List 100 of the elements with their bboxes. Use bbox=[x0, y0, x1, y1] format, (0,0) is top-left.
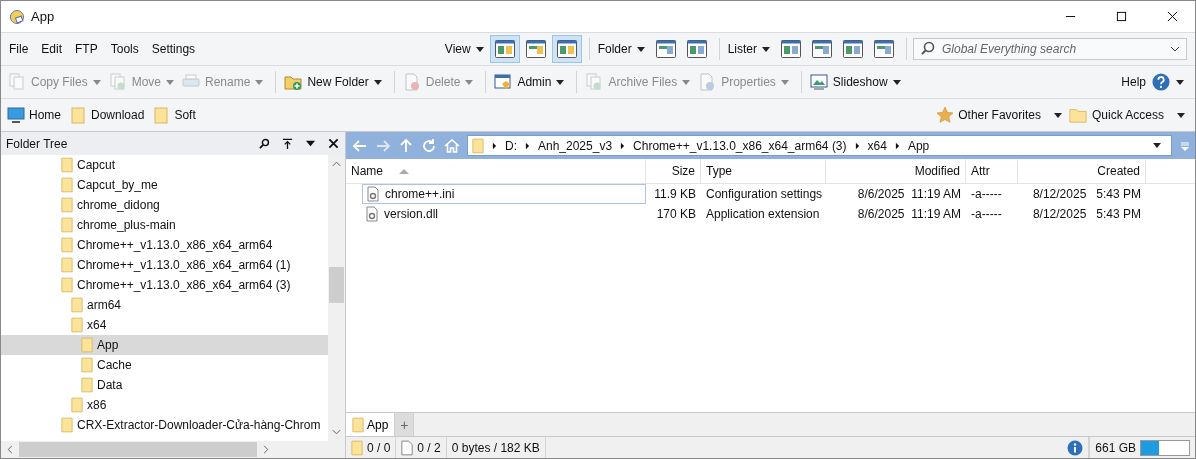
layout-dropdown[interactable]: View bbox=[444, 42, 471, 56]
column-header[interactable]: Created bbox=[1018, 159, 1146, 183]
menu-item[interactable]: File bbox=[9, 42, 29, 56]
caret-icon[interactable] bbox=[475, 46, 484, 52]
column-header[interactable]: Type bbox=[701, 159, 826, 183]
scrollbar-thumb[interactable] bbox=[19, 442, 257, 457]
tree-item[interactable]: Cache bbox=[1, 355, 328, 375]
tree-item[interactable]: Chrome++_v1.13.0_x86_x64_arm64 (3) bbox=[1, 275, 328, 295]
caret-icon[interactable] bbox=[1177, 112, 1185, 118]
tree-item[interactable]: Chrome++_v1.13.0_x86_x64_arm64 (1) bbox=[1, 255, 328, 275]
vertical-scrollbar[interactable] bbox=[328, 155, 345, 441]
chevron-icon bbox=[620, 141, 626, 150]
column-header[interactable]: Modified bbox=[826, 159, 966, 183]
toolbar-button[interactable]: Admin bbox=[492, 69, 552, 95]
app-icon bbox=[9, 8, 25, 25]
file-name-cell[interactable]: chrome++.ini bbox=[362, 184, 646, 204]
breadcrumb[interactable]: D: bbox=[505, 138, 517, 153]
path-field[interactable]: D: Anh_2025_v3 Chrome++_v1.13.0_x86_x64_arm64 (3) x64 App bbox=[467, 135, 1172, 156]
folder-icon bbox=[71, 397, 83, 413]
caret-icon[interactable] bbox=[762, 46, 770, 52]
archive-icon bbox=[585, 73, 604, 91]
close-icon[interactable] bbox=[328, 138, 339, 149]
tree-item[interactable]: arm64 bbox=[1, 295, 328, 315]
column-header[interactable]: Name bbox=[346, 159, 646, 183]
scroll-left-icon[interactable] bbox=[7, 445, 13, 454]
caret-icon[interactable] bbox=[1153, 143, 1161, 148]
favorite-link[interactable]: Download bbox=[69, 106, 145, 124]
caret-icon[interactable] bbox=[1053, 112, 1062, 118]
folder-count: 0 / 0 bbox=[367, 440, 391, 455]
menu-item[interactable]: FTP bbox=[75, 42, 98, 56]
tree-item[interactable]: x86 bbox=[1, 395, 328, 415]
tree-item[interactable]: chrome_plus-main bbox=[1, 215, 328, 235]
folder-icon bbox=[61, 197, 73, 213]
layout-dropdown[interactable]: Folder bbox=[597, 42, 632, 56]
caret-icon[interactable] bbox=[636, 46, 645, 52]
menu-item[interactable]: Settings bbox=[151, 42, 196, 56]
toolbar-button[interactable]: New Folder bbox=[282, 69, 369, 95]
table-cell-text: 170 KB bbox=[655, 206, 697, 223]
breadcrumb[interactable]: App bbox=[907, 138, 930, 153]
folder-icon bbox=[61, 177, 73, 193]
scrollbar-thumb[interactable] bbox=[329, 267, 344, 303]
tree-item[interactable]: Chrome++_v1.13.0_x86_x64_arm64 bbox=[1, 235, 328, 255]
folder-icon bbox=[81, 377, 93, 393]
caret-icon[interactable] bbox=[1176, 79, 1184, 85]
folder-icon bbox=[69, 106, 87, 124]
layout-icon bbox=[655, 40, 676, 58]
horizontal-scrollbar[interactable] bbox=[1, 441, 345, 458]
favorites-dropdown[interactable]: Quick Access bbox=[1067, 106, 1164, 124]
menu-item[interactable]: Edit bbox=[41, 42, 63, 56]
scroll-down-icon[interactable] bbox=[332, 429, 341, 435]
layout-icon bbox=[525, 40, 546, 58]
tree-item[interactable]: CRX-Extractor-Downloader-Cửa-hàng-Chrom bbox=[1, 415, 328, 435]
table-cell-text: 8/6/2025 11:19 AM bbox=[856, 206, 962, 223]
maximize-icon[interactable] bbox=[1116, 11, 1127, 22]
tree-item[interactable]: Data bbox=[1, 375, 328, 395]
tree-item[interactable]: Capcut bbox=[1, 155, 328, 175]
monitor-icon bbox=[7, 106, 25, 124]
table-cell-text: 8/6/2025 11:19 AM bbox=[856, 186, 962, 203]
breadcrumb[interactable]: Anh_2025_v3 bbox=[538, 138, 613, 153]
caret-icon[interactable] bbox=[305, 138, 316, 149]
caret-icon[interactable] bbox=[373, 79, 382, 85]
chevron-icon bbox=[525, 141, 530, 150]
layout-button[interactable] bbox=[489, 35, 520, 63]
scroll-up-icon[interactable] bbox=[332, 161, 341, 167]
folder-tab[interactable]: App bbox=[346, 413, 395, 436]
tree-item[interactable]: x64 bbox=[1, 315, 328, 335]
window-title: App bbox=[31, 9, 55, 24]
tree-item[interactable]: App bbox=[1, 335, 328, 355]
help-button[interactable]: Help bbox=[1119, 69, 1171, 95]
new-folder-icon bbox=[284, 73, 303, 91]
info-icon[interactable] bbox=[1067, 439, 1084, 456]
favorites-dropdown[interactable]: Other Favorites bbox=[936, 106, 1041, 124]
search-field[interactable]: Global Everything search bbox=[940, 41, 1166, 57]
search-icon[interactable] bbox=[259, 138, 270, 149]
caret-icon[interactable] bbox=[556, 79, 565, 85]
layout-dropdown[interactable]: Lister bbox=[727, 42, 757, 56]
breadcrumb[interactable]: Chrome++_v1.13.0_x86_x64_arm64 (3) bbox=[633, 138, 847, 153]
file-count: 0 / 2 bbox=[417, 440, 441, 455]
layout-button[interactable] bbox=[551, 35, 582, 63]
close-icon[interactable] bbox=[1167, 11, 1178, 22]
favorite-link[interactable]: Soft bbox=[152, 106, 196, 124]
pin-top-icon[interactable] bbox=[282, 138, 293, 149]
toolbar-button[interactable]: Slideshow bbox=[807, 69, 888, 95]
tree-item[interactable]: chrome_didong bbox=[1, 195, 328, 215]
column-header[interactable]: Attr bbox=[966, 159, 1018, 183]
menu-item[interactable]: Tools bbox=[110, 42, 139, 56]
scroll-right-icon[interactable] bbox=[263, 445, 269, 454]
search-box[interactable]: Global Everything search bbox=[913, 38, 1187, 60]
caret-icon[interactable] bbox=[892, 79, 901, 85]
slideshow-icon bbox=[809, 73, 828, 91]
breadcrumb[interactable]: x64 bbox=[867, 138, 887, 153]
file-name-cell[interactable]: version.dll bbox=[362, 204, 646, 224]
folder-icon bbox=[61, 257, 73, 273]
column-header[interactable]: Size bbox=[646, 159, 701, 183]
table-cell-text: 11.9 KB bbox=[653, 186, 697, 203]
tree-item[interactable]: Capcut_by_me bbox=[1, 175, 328, 195]
chevron-icon bbox=[854, 141, 860, 150]
new-tab-button[interactable]: + bbox=[394, 413, 415, 436]
chevron-icon bbox=[492, 141, 497, 150]
favorite-link[interactable]: Home bbox=[7, 106, 61, 124]
